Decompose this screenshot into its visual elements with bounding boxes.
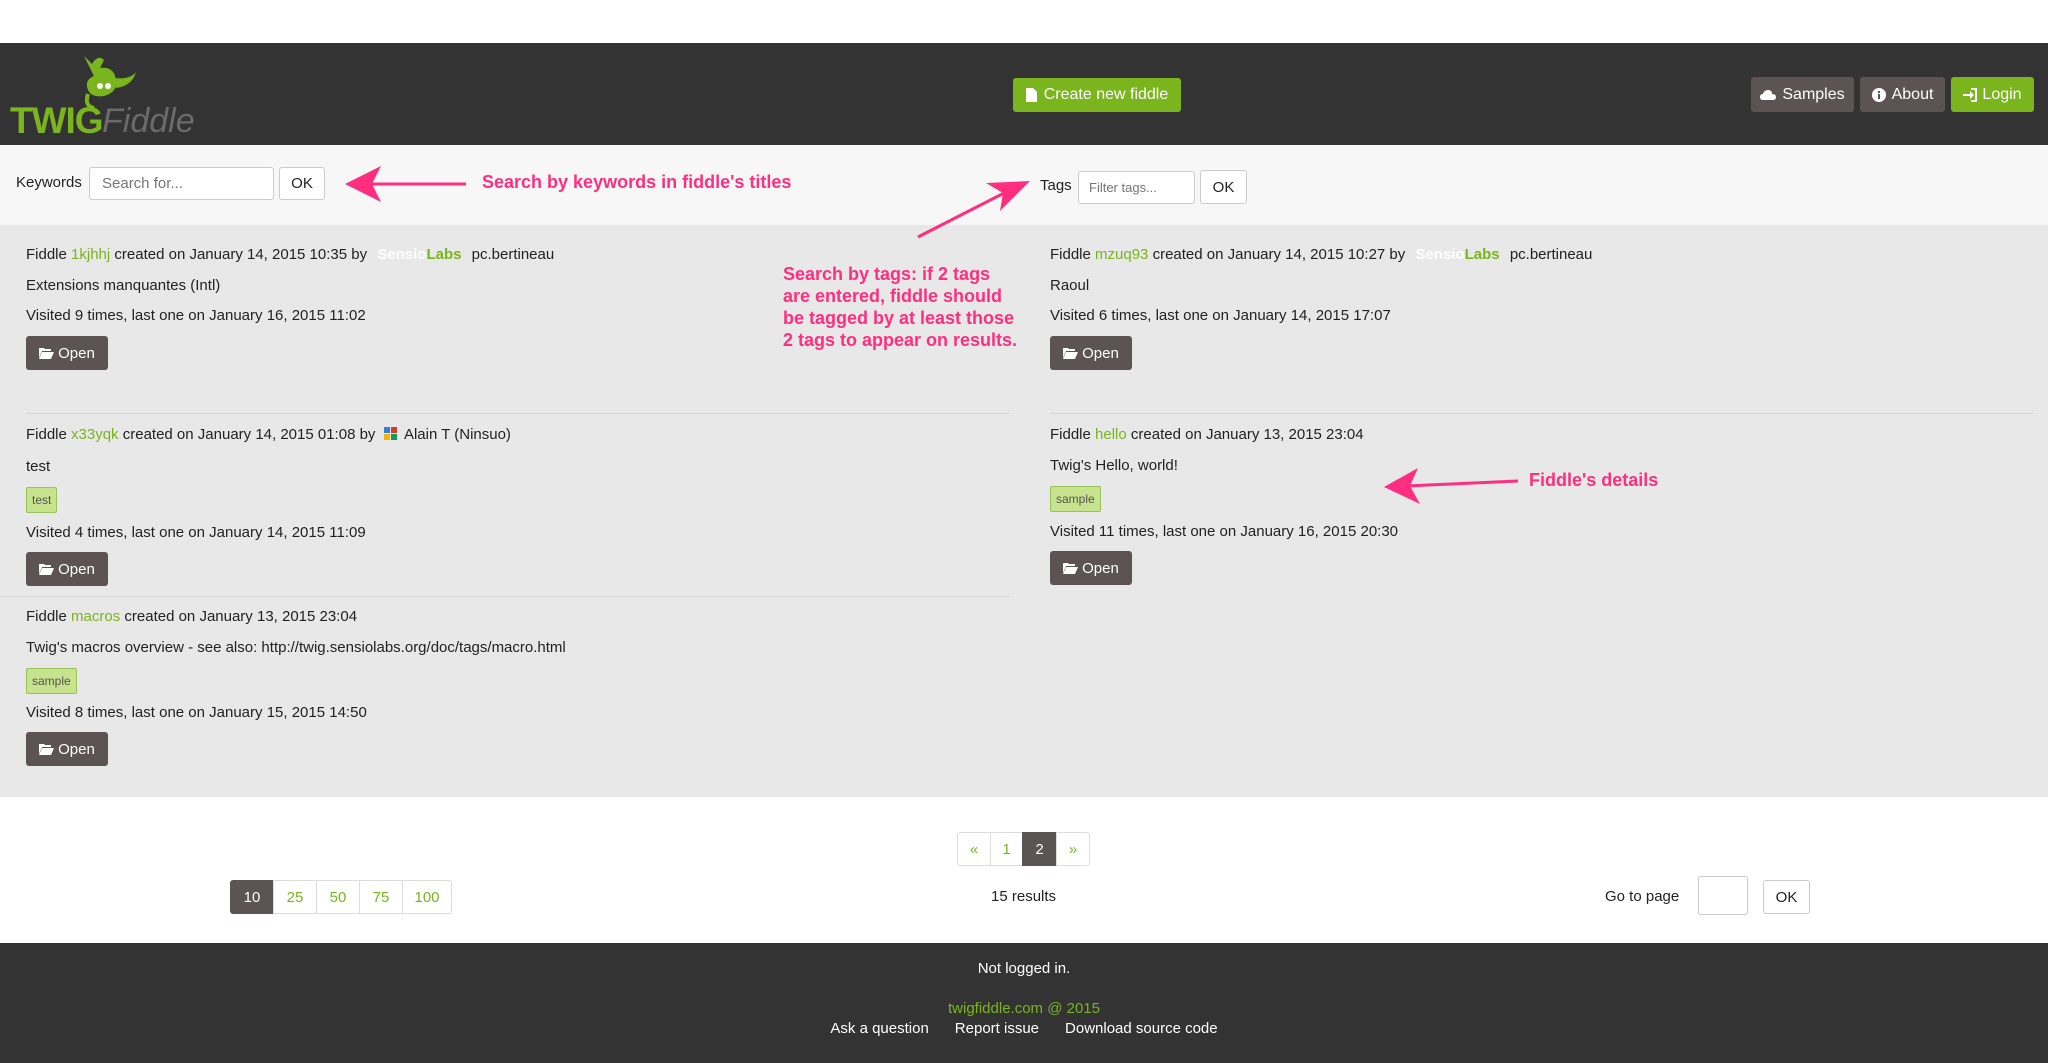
tags-annotation-line: be tagged by at least those [783, 308, 1015, 328]
footer-links: Ask a question Report issue Download sou… [0, 1020, 2048, 1037]
tags-arrow [917, 181, 1030, 239]
results-count: 15 results [991, 888, 1057, 905]
download-source-link[interactable]: Download source code [1065, 1020, 1218, 1037]
goto-page-input[interactable] [1698, 876, 1748, 915]
page-1[interactable]: 1 [990, 832, 1023, 866]
per-page-selector: 10 25 50 75 100 [230, 880, 452, 914]
per-page-50[interactable]: 50 [316, 880, 360, 914]
pagination: « 1 2 » [957, 832, 1090, 866]
tags-annotation: Search by tags: if 2 tags are entered, f… [783, 263, 1017, 351]
per-page-75[interactable]: 75 [359, 880, 403, 914]
tags-annotation-line: Search by tags: if 2 tags [783, 264, 991, 284]
page-prev[interactable]: « [957, 832, 991, 866]
goto-page-label: Go to page [1605, 888, 1680, 905]
report-issue-link[interactable]: Report issue [955, 1020, 1039, 1037]
details-annotation: Fiddle's details [1529, 470, 1659, 490]
per-page-100[interactable]: 100 [402, 880, 452, 914]
login-status: Not logged in. [977, 960, 1071, 977]
keywords-arrow [345, 166, 466, 202]
goto-page-ok-button[interactable]: OK [1763, 880, 1810, 914]
tags-annotation-line: 2 tags to appear on results. [783, 330, 1018, 350]
ask-question-link[interactable]: Ask a question [830, 1020, 928, 1037]
per-page-10[interactable]: 10 [230, 880, 274, 914]
copyright-link[interactable]: twigfiddle.com @ 2015 [0, 1000, 2048, 1017]
page-2[interactable]: 2 [1022, 832, 1057, 866]
keywords-annotation: Search by keywords in fiddle's titles [482, 172, 792, 192]
details-arrow [1384, 468, 1519, 504]
tags-annotation-line: are entered, fiddle should [783, 286, 1003, 306]
per-page-25[interactable]: 25 [273, 880, 317, 914]
page-next[interactable]: » [1056, 832, 1090, 866]
